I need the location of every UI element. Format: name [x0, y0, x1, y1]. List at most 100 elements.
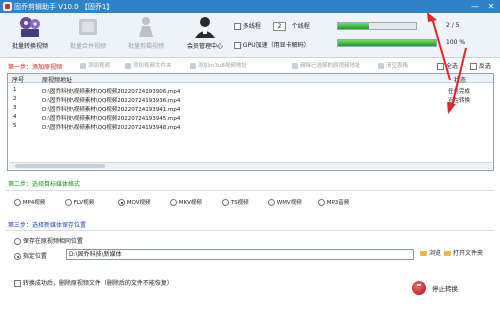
multithread-option: 多线程 2 个线程: [234, 21, 310, 31]
thread-count-spinner[interactable]: 2: [272, 22, 286, 31]
batch-convert-button[interactable]: 批量转换视频: [8, 15, 52, 55]
format-option-mp4[interactable]: MP4视频: [14, 198, 45, 206]
select-all-checkbox[interactable]: [437, 63, 444, 70]
format-radio[interactable]: [170, 199, 177, 206]
current-progress-text: 100 %: [446, 39, 466, 46]
horizontal-scrollbar[interactable]: [9, 162, 492, 169]
format-label: MP3音频: [326, 200, 350, 206]
invert-option[interactable]: 反选: [470, 61, 491, 70]
scrollbar-thumb[interactable]: [15, 164, 105, 168]
stop-convert-button[interactable]: 停止转换: [412, 281, 458, 297]
save-same-location-option[interactable]: 保存在原视频相同位置: [14, 236, 83, 245]
row-path: D:\固乔科技\视频素材\QQ视频20220724193906.mp4: [42, 89, 181, 95]
row-path: D:\固乔科技\视频素材\QQ视频20220724193948.mp4: [42, 125, 181, 131]
stop-icon: [412, 281, 426, 295]
table-header: 序号 原视频地址 状态: [8, 74, 493, 84]
add-video-button[interactable]: 添加视频: [80, 61, 110, 69]
row-index: 1: [13, 87, 17, 93]
format-option-mp3[interactable]: MP3音频: [318, 198, 349, 206]
app-logo-icon: [3, 2, 12, 11]
format-option-mov[interactable]: MOV视频: [118, 198, 151, 206]
merge-video-icon: [79, 19, 97, 35]
minimize-button[interactable]: —: [468, 1, 482, 12]
delete-icon: [292, 62, 298, 69]
location-radio[interactable]: [14, 253, 21, 260]
close-button[interactable]: ✕: [484, 1, 498, 12]
browse-label: 浏览: [429, 250, 442, 257]
add-folder-button[interactable]: 添加视频文件夹: [125, 61, 172, 69]
format-radio[interactable]: [14, 199, 21, 206]
format-option-ts[interactable]: TS视频: [222, 198, 249, 206]
open-folder-button[interactable]: 打开文件夹: [444, 249, 483, 260]
member-center-button[interactable]: 会员管理中心: [183, 15, 227, 55]
custom-location-label: 指定位置: [22, 253, 47, 260]
cut-video-icon: [139, 17, 153, 37]
step2-title: 第二步：选择目标媒体格式: [8, 181, 81, 188]
film-convert-icon: [20, 17, 40, 37]
open-folder-label: 打开文件夹: [453, 250, 484, 257]
file-list-table[interactable]: 序号 原视频地址 状态 1 D:\固乔科技\视频素材\QQ视频202207241…: [7, 73, 494, 171]
row-index: 5: [13, 123, 17, 129]
multithread-label: 多线程: [242, 23, 261, 30]
select-all-option[interactable]: 全选: [437, 61, 458, 70]
task-progress-bar: [337, 22, 417, 30]
format-radio[interactable]: [318, 199, 325, 206]
folder-icon: [420, 251, 427, 256]
clear-table-label: 清空表格: [386, 63, 409, 69]
title-bar: 固乔剪辑助手 V10.0 【固乔1】 — ✕: [0, 0, 500, 13]
multithread-checkbox[interactable]: [234, 23, 241, 30]
clear-table-button[interactable]: 清空表格: [378, 61, 408, 69]
same-location-label: 保存在原视频相同位置: [22, 238, 83, 245]
format-option-wmv[interactable]: WMV视频: [268, 198, 302, 206]
table-row[interactable]: 5 D:\固乔科技\视频素材\QQ视频20220724193948.mp4: [8, 122, 493, 131]
task-progress-fill: [338, 23, 370, 29]
add-m3u8-label: 添加m3u8视频地址: [198, 63, 247, 69]
header-index: 序号: [12, 77, 25, 84]
current-progress-bar: [337, 39, 437, 47]
format-option-flv[interactable]: FLV视频: [65, 198, 94, 206]
toolbar-item-label: 批量合并视频: [69, 43, 106, 50]
gpu-checkbox[interactable]: [234, 42, 241, 49]
row-status: 正在转换: [448, 98, 471, 104]
format-option-mkv[interactable]: MKV视频: [170, 198, 202, 206]
thread-unit-label: 个线程: [291, 23, 310, 30]
table-row[interactable]: 4 D:\固乔科技\视频素材\QQ视频20220724193945.mp4: [8, 113, 493, 122]
main-toolbar: 批量转换视频 批量合并视频 批量剪辑视频 会员管理中心 多线程 2 个线程 GP…: [0, 13, 500, 58]
delete-after-option[interactable]: 转换成功后，删除原视频文件（删除后的文件不能恢复）: [14, 278, 173, 287]
toolbar-item-label: 批量转换视频: [11, 43, 48, 50]
format-radio[interactable]: [65, 199, 72, 206]
add-video-label: 添加视频: [88, 63, 111, 69]
stop-label: 停止转换: [432, 285, 458, 293]
add-video-icon: [80, 62, 86, 69]
add-folder-icon: [125, 62, 131, 69]
save-path-input[interactable]: D:\固乔科技\新媒体: [66, 249, 414, 260]
table-row[interactable]: 1 D:\固乔科技\视频素材\QQ视频20220724193906.mp4 任务…: [8, 86, 493, 95]
table-row[interactable]: 2 D:\固乔科技\视频素材\QQ视频20220724193936.mp4 正在…: [8, 95, 493, 104]
delete-selected-button[interactable]: 删除已选择的原视频地址: [292, 61, 361, 69]
task-progress-text: 2 / 5: [446, 22, 460, 29]
format-radio[interactable]: [222, 199, 229, 206]
batch-cut-button[interactable]: 批量剪辑视频: [124, 15, 168, 55]
delete-after-checkbox[interactable]: [14, 280, 21, 287]
row-index: 4: [13, 114, 17, 120]
gpu-label: GPU加速（用显卡解码）: [242, 42, 310, 49]
folder-open-icon: [444, 251, 451, 256]
format-radio[interactable]: [118, 199, 125, 206]
select-all-label: 全选: [445, 63, 458, 70]
window-title: 固乔剪辑助手 V10.0 【固乔1】: [14, 3, 114, 11]
format-radio[interactable]: [268, 199, 275, 206]
invert-checkbox[interactable]: [470, 63, 477, 70]
location-radio[interactable]: [14, 238, 21, 245]
add-m3u8-button[interactable]: 添加m3u8视频地址: [190, 61, 247, 69]
member-center-icon: [195, 17, 215, 38]
delete-after-label: 转换成功后，删除原视频文件（删除后的文件不能恢复）: [22, 280, 173, 287]
gpu-option: GPU加速（用显卡解码）: [234, 40, 310, 49]
header-path: 原视频地址: [42, 77, 73, 84]
table-row[interactable]: 3 D:\固乔科技\视频素材\QQ视频20220724193941.mp4: [8, 104, 493, 113]
batch-merge-button[interactable]: 批量合并视频: [66, 15, 110, 55]
format-label: TS视频: [230, 200, 249, 206]
save-custom-location-option[interactable]: 指定位置: [14, 251, 47, 260]
delete-selected-label: 删除已选择的原视频地址: [300, 63, 361, 69]
row-path: D:\固乔科技\视频素材\QQ视频20220724193936.mp4: [42, 98, 181, 104]
browse-button[interactable]: 浏览: [420, 249, 441, 260]
